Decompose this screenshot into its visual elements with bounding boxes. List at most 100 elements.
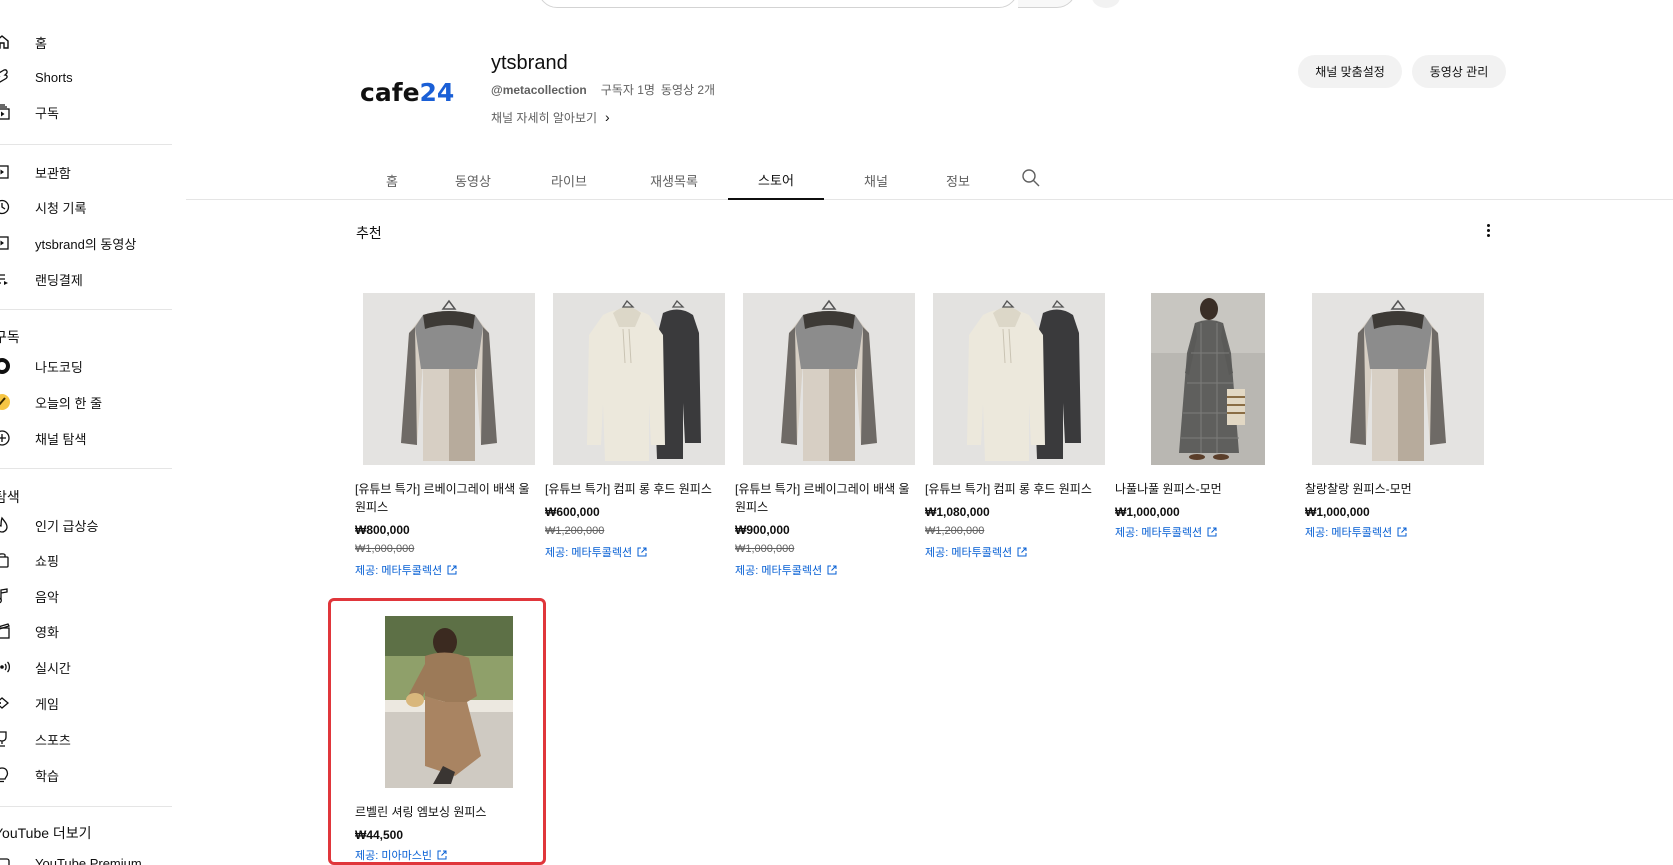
product-image[interactable] [743,293,915,465]
tab-playlists[interactable]: 재생목록 [634,160,714,200]
channel-handle: @metacollection [491,83,587,97]
history-icon [0,197,12,217]
channel-name: ytsbrand [491,52,568,74]
sidebar-item-shorts[interactable]: Shorts [0,60,172,94]
tab-channels[interactable]: 채널 [848,160,904,200]
tab-videos[interactable]: 동영상 [440,160,506,200]
sidebar: 홈 Shorts 구독 보관함 시청 기록 ytsbrand의 동영상 랜딩결제… [0,0,172,865]
product-vendor-link[interactable]: 제공: 메타투콜렉션 [355,562,457,578]
sidebar-item-gaming[interactable]: 게임 [0,686,172,720]
gray-beige-dress-image [1312,293,1484,465]
search-input[interactable] [538,0,1018,8]
sidebar-section-title: YouTube 더보기 [0,825,92,841]
product-title[interactable]: [유튜브 특가] 컴피 롱 후드 원피스 [545,480,735,498]
product-price: ₩1,080,000 [925,505,990,519]
sidebar-item-channel-nadocoding[interactable]: 나도코딩 [0,349,172,383]
subscriptions-icon [0,102,12,122]
product-title[interactable]: 나풀나풀 원피스-모먼 [1115,480,1301,498]
customize-channel-button[interactable]: 채널 맞춤설정 [1298,55,1402,88]
home-icon [0,32,12,52]
sidebar-item-library[interactable]: 보관함 [0,155,172,189]
product-original-price: ₩1,000,000 [355,543,415,555]
browse-channels-icon [0,428,12,448]
checked-dress-model-image [1151,293,1265,465]
product-vendor-link[interactable]: 제공: 메타투콜렉션 [1115,524,1217,540]
sidebar-item-shopping[interactable]: 쇼핑 [0,543,172,577]
sidebar-item-label: 음악 [35,589,59,605]
channel-avatar-icon [0,356,12,376]
product-image[interactable] [1312,293,1484,465]
sidebar-item-label: 채널 탐색 [35,431,87,447]
sidebar-item-learning[interactable]: 학습 [0,758,172,792]
sidebar-item-channel-today[interactable]: 오늘의 한 줄 [0,385,172,419]
product-image[interactable] [363,293,535,465]
hood-dresses-image [933,293,1105,465]
product-original-price: ₩1,000,000 [735,543,795,555]
premium-icon [0,853,12,865]
product-original-price: ₩1,200,000 [545,525,605,537]
sidebar-section-title: 구독 [0,329,20,345]
sidebar-divider [0,806,172,807]
sidebar-item-movies[interactable]: 영화 [0,614,172,648]
product-image[interactable] [1151,293,1265,465]
sidebar-item-label: 스포츠 [35,732,71,748]
playlist-icon [0,269,12,289]
product-vendor-link[interactable]: 제공: 메타투콜렉션 [545,544,647,560]
voice-search-button[interactable] [1092,0,1120,8]
sidebar-item-live[interactable]: 실시간 [0,650,172,684]
live-icon [0,657,12,677]
product-vendor-link[interactable]: 제공: 메타투콜렉션 [925,544,1027,560]
sidebar-item-label: 영화 [35,624,59,640]
tab-store[interactable]: 스토어 [728,160,824,200]
product-title[interactable]: 찰랑찰랑 원피스-모먼 [1305,480,1491,498]
manage-videos-button[interactable]: 동영상 관리 [1412,55,1506,88]
subscriber-count: 구독자 1명 [600,83,655,97]
sidebar-item-music[interactable]: 음악 [0,579,172,613]
sidebar-item-label: 쇼핑 [35,553,59,569]
product-title[interactable]: [유튜브 특가] 컴피 롱 후드 원피스 [925,480,1115,498]
product-title[interactable]: [유튜브 특가] 르베이그레이 배색 울 원피스 [735,480,921,516]
vendor-label: 제공: 메타투콜렉션 [545,547,633,559]
product-image[interactable] [933,293,1105,465]
channel-search-icon[interactable] [1021,168,1041,188]
external-link-icon [1397,527,1407,537]
sidebar-item-label: 게임 [35,696,59,712]
product-price: ₩900,000 [735,523,790,537]
channel-more-info-link[interactable]: 채널 자세히 알아보기 › [491,109,610,126]
sidebar-item-label: YouTube Premium [35,855,142,865]
chevron-right-icon: › [605,109,610,125]
sidebar-item-subscriptions[interactable]: 구독 [0,95,172,129]
external-link-icon [1207,527,1217,537]
sidebar-item-your-videos[interactable]: ytsbrand의 동영상 [0,226,172,260]
search-button[interactable] [1018,0,1076,8]
tab-live[interactable]: 라이브 [536,160,602,200]
movies-icon [0,621,12,641]
sidebar-item-label: 실시간 [35,660,71,676]
product-original-price: ₩1,200,000 [925,525,985,537]
more-options-icon[interactable] [1480,222,1496,242]
video-count: 동영상 2개 [660,83,716,97]
shorts-icon [0,67,12,87]
sidebar-item-browse-channels[interactable]: 채널 탐색 [0,421,172,455]
channel-avatar-icon [0,392,12,412]
tab-home[interactable]: 홈 [367,160,417,200]
shopping-icon [0,550,12,570]
product-title[interactable]: [유튜브 특가] 르베이그레이 배색 울 원피스 [355,480,541,516]
tab-about[interactable]: 정보 [930,160,986,200]
sidebar-item-premium[interactable]: YouTube Premium [0,846,172,865]
sidebar-item-history[interactable]: 시청 기록 [0,190,172,224]
product-image[interactable] [553,293,725,465]
channel-tabs: 홈 동영상 라이브 재생목록 스토어 채널 정보 [186,160,1673,200]
sidebar-item-home[interactable]: 홈 [0,25,172,59]
vendor-label: 제공: 메타투콜렉션 [735,565,823,577]
sidebar-item-playlist[interactable]: 랜딩결제 [0,262,172,296]
sidebar-item-trending[interactable]: 인기 급상승 [0,508,172,542]
section-title: 추천 [356,225,382,241]
sidebar-item-sports[interactable]: 스포츠 [0,722,172,756]
product-price: ₩600,000 [545,505,600,519]
sidebar-item-label: 보관함 [35,165,71,181]
product-vendor-link[interactable]: 제공: 메타투콜렉션 [735,562,837,578]
sidebar-item-label: Shorts [35,69,73,85]
product-vendor-link[interactable]: 제공: 메타투콜렉션 [1305,524,1407,540]
gray-beige-dress-image [363,293,535,465]
